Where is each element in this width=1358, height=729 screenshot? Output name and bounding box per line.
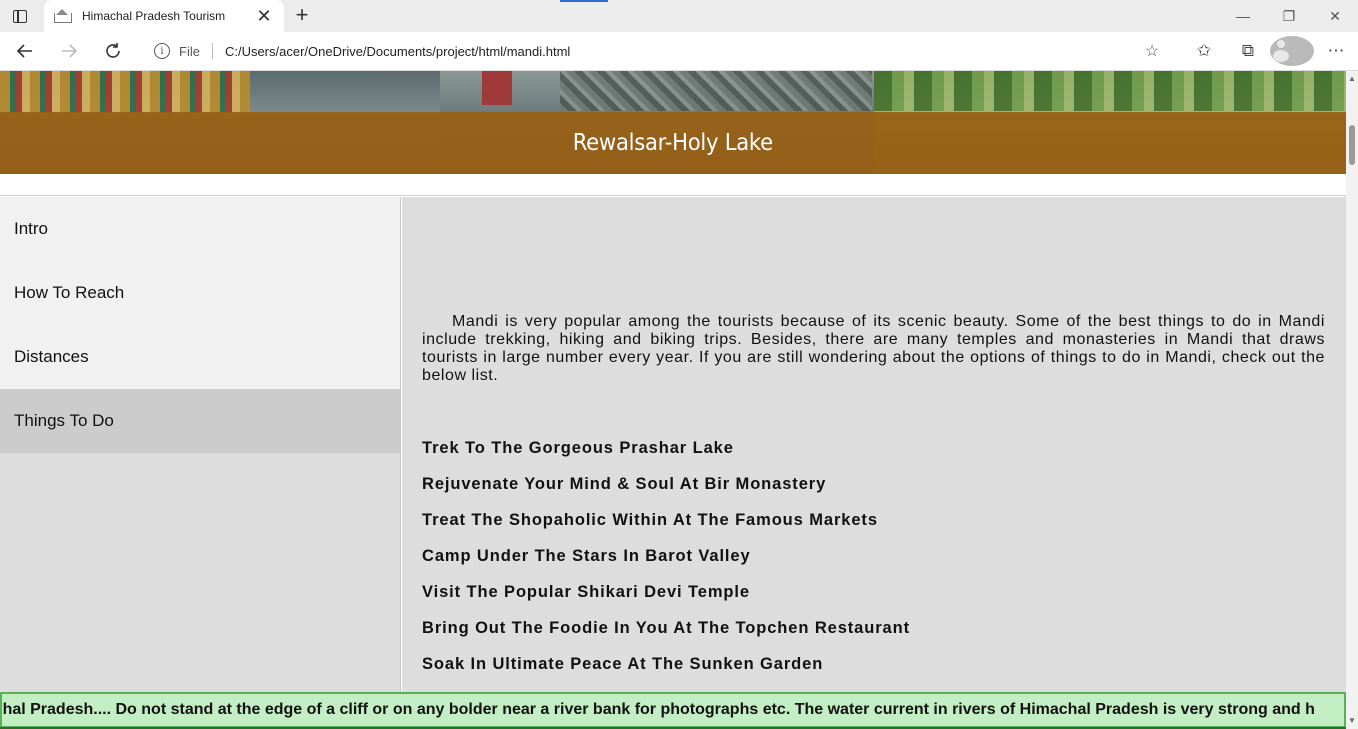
back-button[interactable]	[10, 37, 40, 65]
minimize-icon[interactable]: —	[1220, 0, 1266, 32]
sidebar-item-distances[interactable]: Distances	[0, 325, 400, 389]
sidebar-item-label: Things To Do	[14, 411, 114, 430]
favorites-icon[interactable]: ✩	[1182, 36, 1226, 66]
sidebar-item-label: Distances	[14, 347, 89, 366]
list-item: Bring Out The Foodie In You At The Topch…	[422, 619, 911, 637]
forward-button[interactable]	[54, 37, 84, 65]
tab-close-icon[interactable]: ✕	[254, 6, 274, 26]
building-favicon-icon	[54, 9, 72, 23]
page-viewport: Rewalsar-Holy Lake Intro How To Reach Di…	[0, 71, 1358, 729]
arrow-right-icon	[62, 44, 78, 58]
profile-button[interactable]	[1270, 36, 1314, 66]
scrollbar-thumb[interactable]	[1349, 125, 1355, 165]
safety-marquee: nachal Pradesh.... Do not stand at the e…	[0, 692, 1346, 728]
scroll-up-icon[interactable]: ▲	[1346, 73, 1358, 85]
address-bar[interactable]: i File C:/Users/acer/OneDrive/Documents/…	[140, 36, 1172, 66]
toolbar-icons: ✩ ⧉ ⋯	[1182, 36, 1358, 66]
list-item: Treat The Shopaholic Within At The Famou…	[422, 511, 878, 529]
sidebar-item-label: Intro	[14, 219, 49, 238]
sidebar: Intro How To Reach Distances Things To D…	[0, 197, 401, 729]
list-item: Soak In Ultimate Peace At The Sunken Gar…	[422, 655, 824, 673]
list-item: Visit The Popular Shikari Devi Temple	[422, 583, 750, 601]
close-icon[interactable]: ✕	[1312, 0, 1358, 32]
browser-toolbar: i File C:/Users/acer/OneDrive/Documents/…	[0, 32, 1358, 71]
tab-strip: Himachal Pradesh Tourism ✕ + — ❐ ✕	[0, 0, 1358, 32]
list-item: Rejuvenate Your Mind & Soul At Bir Monas…	[422, 475, 827, 493]
avatar-icon	[1270, 36, 1314, 66]
loading-indicator	[560, 0, 608, 2]
address-scheme: File	[179, 43, 200, 59]
scroll-down-icon[interactable]: ▼	[1346, 715, 1358, 727]
main-content: Mandi is very popular among the tourists…	[402, 197, 1346, 729]
browser-tab[interactable]: Himachal Pradesh Tourism ✕	[44, 0, 284, 32]
tab-actions-icon[interactable]	[8, 6, 32, 26]
address-url[interactable]: C:/Users/acer/OneDrive/Documents/project…	[225, 44, 1142, 59]
list-item: Trek To The Gorgeous Prashar Lake	[422, 439, 734, 457]
refresh-button[interactable]	[98, 37, 128, 65]
things-to-do-list: Trek To The Gorgeous Prashar Lake Rejuve…	[422, 439, 910, 691]
banner-gap	[0, 174, 1346, 196]
arrow-left-icon	[16, 44, 32, 58]
banner-caption-band: Rewalsar-Holy Lake	[0, 112, 1346, 174]
star-plus-icon[interactable]: ☆	[1142, 41, 1162, 61]
collections-icon[interactable]: ⧉	[1226, 36, 1270, 66]
banner-caption: Rewalsar-Holy Lake	[572, 130, 774, 156]
intro-paragraph: Mandi is very popular among the tourists…	[422, 313, 1325, 384]
sidebar-item-label: How To Reach	[14, 283, 125, 302]
sidebar-item-intro[interactable]: Intro	[0, 197, 400, 261]
new-tab-button[interactable]: +	[290, 3, 314, 27]
sidebar-item-how-to-reach[interactable]: How To Reach	[0, 261, 400, 325]
tab-title: Himachal Pradesh Tourism	[82, 9, 226, 23]
banner: Rewalsar-Holy Lake	[0, 71, 1346, 174]
info-icon[interactable]: i	[154, 43, 170, 59]
more-icon[interactable]: ⋯	[1314, 36, 1358, 66]
marquee-text: nachal Pradesh.... Do not stand at the e…	[0, 701, 1315, 718]
address-separator	[211, 43, 213, 59]
restore-icon[interactable]: ❐	[1266, 0, 1312, 32]
refresh-icon	[106, 43, 120, 58]
sidebar-item-things-to-do[interactable]: Things To Do	[0, 389, 400, 453]
list-item: Camp Under The Stars In Barot Valley	[422, 547, 751, 565]
window-controls: — ❐ ✕	[1220, 0, 1358, 32]
page-scrollbar[interactable]: ▲ ▼	[1346, 71, 1358, 729]
